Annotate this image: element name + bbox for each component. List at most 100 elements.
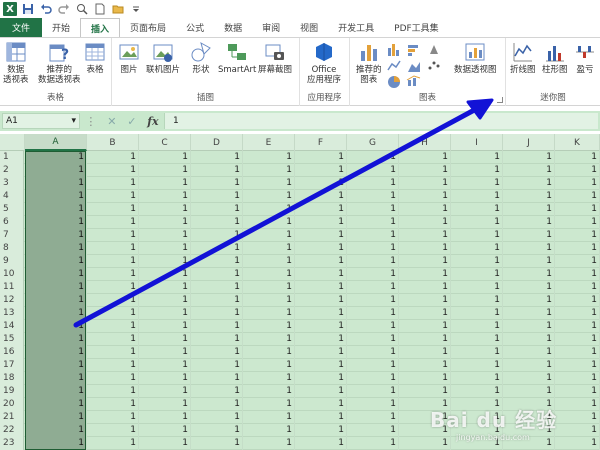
cell-i19[interactable]: 1: [451, 385, 503, 398]
cell-e7[interactable]: 1: [243, 229, 295, 242]
cell-f23[interactable]: 1: [295, 437, 347, 450]
cell-k13[interactable]: 1: [555, 307, 600, 320]
cell-j19[interactable]: 1: [503, 385, 555, 398]
cell-g9[interactable]: 1: [347, 255, 399, 268]
cell-f13[interactable]: 1: [295, 307, 347, 320]
column-header-k[interactable]: K: [555, 134, 600, 151]
cell-k7[interactable]: 1: [555, 229, 600, 242]
cell-c9[interactable]: 1: [139, 255, 191, 268]
cell-k20[interactable]: 1: [555, 398, 600, 411]
cell-a21[interactable]: 1: [25, 411, 87, 424]
cell-f18[interactable]: 1: [295, 372, 347, 385]
open-folder-icon[interactable]: [111, 2, 125, 16]
cell-e11[interactable]: 1: [243, 281, 295, 294]
cell-a2[interactable]: 1: [25, 164, 87, 177]
cell-a8[interactable]: 1: [25, 242, 87, 255]
row-header[interactable]: 5: [0, 203, 24, 216]
shapes-button[interactable]: 形状: [190, 41, 212, 75]
cell-d1[interactable]: 1: [191, 151, 243, 164]
cell-k6[interactable]: 1: [555, 216, 600, 229]
cell-j12[interactable]: 1: [503, 294, 555, 307]
cell-j7[interactable]: 1: [503, 229, 555, 242]
tab-pdf-tools[interactable]: PDF工具集: [384, 18, 449, 37]
cell-a3[interactable]: 1: [25, 177, 87, 190]
online-pictures-button[interactable]: 联机图片: [146, 41, 180, 75]
cell-g5[interactable]: 1: [347, 203, 399, 216]
cell-c15[interactable]: 1: [139, 333, 191, 346]
cell-k12[interactable]: 1: [555, 294, 600, 307]
cell-a12[interactable]: 1: [25, 294, 87, 307]
cell-e22[interactable]: 1: [243, 424, 295, 437]
cell-k23[interactable]: 1: [555, 437, 600, 450]
cell-c14[interactable]: 1: [139, 320, 191, 333]
cell-b8[interactable]: 1: [87, 242, 139, 255]
cell-c16[interactable]: 1: [139, 346, 191, 359]
row-header[interactable]: 11: [0, 281, 24, 294]
cell-h12[interactable]: 1: [399, 294, 451, 307]
cell-e23[interactable]: 1: [243, 437, 295, 450]
cell-i14[interactable]: 1: [451, 320, 503, 333]
cell-h19[interactable]: 1: [399, 385, 451, 398]
cell-k21[interactable]: 1: [555, 411, 600, 424]
cell-e13[interactable]: 1: [243, 307, 295, 320]
cell-h17[interactable]: 1: [399, 359, 451, 372]
cell-k16[interactable]: 1: [555, 346, 600, 359]
cell-b4[interactable]: 1: [87, 190, 139, 203]
cell-a9[interactable]: 1: [25, 255, 87, 268]
row-header[interactable]: 6: [0, 216, 24, 229]
cell-e4[interactable]: 1: [243, 190, 295, 203]
tab-insert[interactable]: 插入: [80, 18, 121, 37]
tab-developer[interactable]: 开发工具: [328, 18, 384, 37]
cell-e10[interactable]: 1: [243, 268, 295, 281]
cell-e19[interactable]: 1: [243, 385, 295, 398]
cell-g20[interactable]: 1: [347, 398, 399, 411]
cell-e2[interactable]: 1: [243, 164, 295, 177]
cell-f1[interactable]: 1: [295, 151, 347, 164]
formula-bar-more-icon[interactable]: ⋮: [85, 115, 96, 128]
cell-i9[interactable]: 1: [451, 255, 503, 268]
tab-review[interactable]: 审阅: [252, 18, 290, 37]
cell-k11[interactable]: 1: [555, 281, 600, 294]
save-icon[interactable]: [21, 2, 35, 16]
cell-f19[interactable]: 1: [295, 385, 347, 398]
cell-b7[interactable]: 1: [87, 229, 139, 242]
cell-f2[interactable]: 1: [295, 164, 347, 177]
cell-b14[interactable]: 1: [87, 320, 139, 333]
cell-j8[interactable]: 1: [503, 242, 555, 255]
cell-i15[interactable]: 1: [451, 333, 503, 346]
cell-d21[interactable]: 1: [191, 411, 243, 424]
cell-a22[interactable]: 1: [25, 424, 87, 437]
formula-input[interactable]: 1: [164, 113, 598, 129]
row-header[interactable]: 10: [0, 268, 24, 281]
cell-b1[interactable]: 1: [87, 151, 139, 164]
cell-d12[interactable]: 1: [191, 294, 243, 307]
cell-a5[interactable]: 1: [25, 203, 87, 216]
cell-e17[interactable]: 1: [243, 359, 295, 372]
cell-h2[interactable]: 1: [399, 164, 451, 177]
cell-a1[interactable]: 1: [25, 151, 87, 164]
cell-g23[interactable]: 1: [347, 437, 399, 450]
cell-k9[interactable]: 1: [555, 255, 600, 268]
column-header-e[interactable]: E: [243, 134, 295, 151]
cell-e9[interactable]: 1: [243, 255, 295, 268]
cell-g7[interactable]: 1: [347, 229, 399, 242]
worksheet-grid[interactable]: ABCDEFGHIJK 1111111111112111111111113111…: [0, 134, 600, 450]
cell-f12[interactable]: 1: [295, 294, 347, 307]
cell-i13[interactable]: 1: [451, 307, 503, 320]
cell-a23[interactable]: 1: [25, 437, 87, 450]
cell-h8[interactable]: 1: [399, 242, 451, 255]
cell-a11[interactable]: 1: [25, 281, 87, 294]
cell-a10[interactable]: 1: [25, 268, 87, 281]
cell-k3[interactable]: 1: [555, 177, 600, 190]
redo-icon[interactable]: [57, 2, 71, 16]
new-document-icon[interactable]: [93, 2, 107, 16]
cell-a6[interactable]: 1: [25, 216, 87, 229]
cell-g8[interactable]: 1: [347, 242, 399, 255]
cell-d17[interactable]: 1: [191, 359, 243, 372]
cell-i16[interactable]: 1: [451, 346, 503, 359]
cell-j2[interactable]: 1: [503, 164, 555, 177]
cell-g12[interactable]: 1: [347, 294, 399, 307]
tab-home[interactable]: 开始: [42, 18, 80, 37]
cell-i12[interactable]: 1: [451, 294, 503, 307]
select-all-corner[interactable]: [0, 134, 25, 151]
